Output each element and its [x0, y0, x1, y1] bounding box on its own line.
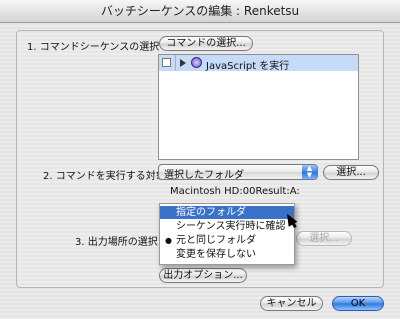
- choose-output-button[interactable]: 選択...: [296, 231, 352, 246]
- menu-item-label: 変更を保存しない: [176, 249, 256, 260]
- list-item[interactable]: JavaScript を実行: [159, 55, 358, 72]
- dialog-window: バッチシーケンスの編集 : Renketsu 1. コマンドシーケンスの選択 :…: [0, 0, 400, 319]
- command-list[interactable]: JavaScript を実行: [158, 54, 359, 160]
- select-command-button[interactable]: コマンドの選択...: [159, 36, 253, 51]
- output-location-menu[interactable]: 指定のフォルダ シーケンス実行時に確認 ● 元と同じフォルダ 変更を保存しない: [159, 203, 295, 265]
- cancel-button[interactable]: キャンセル: [260, 296, 323, 311]
- output-options-button[interactable]: 出力オプション...: [159, 268, 247, 283]
- section1-label: 1. コマンドシーケンスの選択 :: [27, 42, 166, 53]
- choose-source-button[interactable]: 選択...: [323, 165, 379, 180]
- target-popup-value: 選択したフォルダ: [164, 170, 244, 181]
- menu-item-same-folder[interactable]: ● 元と同じフォルダ: [160, 234, 294, 247]
- target-popup[interactable]: 選択したフォルダ ▲ ▼: [158, 164, 318, 181]
- window-title: バッチシーケンスの編集 : Renketsu: [0, 0, 400, 23]
- popup-arrows-icon: ▲ ▼: [302, 165, 317, 179]
- menu-item-label: シーケンス実行時に確認: [176, 221, 286, 232]
- checkbox[interactable]: [162, 58, 171, 67]
- section3-label: 3. 出力場所の選択 :: [75, 237, 165, 248]
- menu-item-specified-folder[interactable]: 指定のフォルダ: [160, 206, 294, 219]
- ok-button[interactable]: OK: [332, 296, 384, 311]
- menu-item-ask-at-run[interactable]: シーケンス実行時に確認: [160, 220, 294, 233]
- menu-item-dont-save[interactable]: 変更を保存しない: [160, 248, 294, 261]
- script-icon: [191, 57, 202, 68]
- disclosure-triangle-icon[interactable]: [180, 59, 186, 67]
- menu-item-label: 指定のフォルダ: [176, 207, 246, 218]
- column-divider: [175, 55, 176, 71]
- section2-label: 2. コマンドを実行する対象 :: [43, 171, 173, 182]
- source-path: Macintosh HD:00Result:A:: [170, 186, 300, 197]
- selected-bullet-icon: ●: [165, 236, 172, 245]
- menu-item-label: 元と同じフォルダ: [176, 235, 256, 246]
- list-item-label: JavaScript を実行: [206, 61, 290, 72]
